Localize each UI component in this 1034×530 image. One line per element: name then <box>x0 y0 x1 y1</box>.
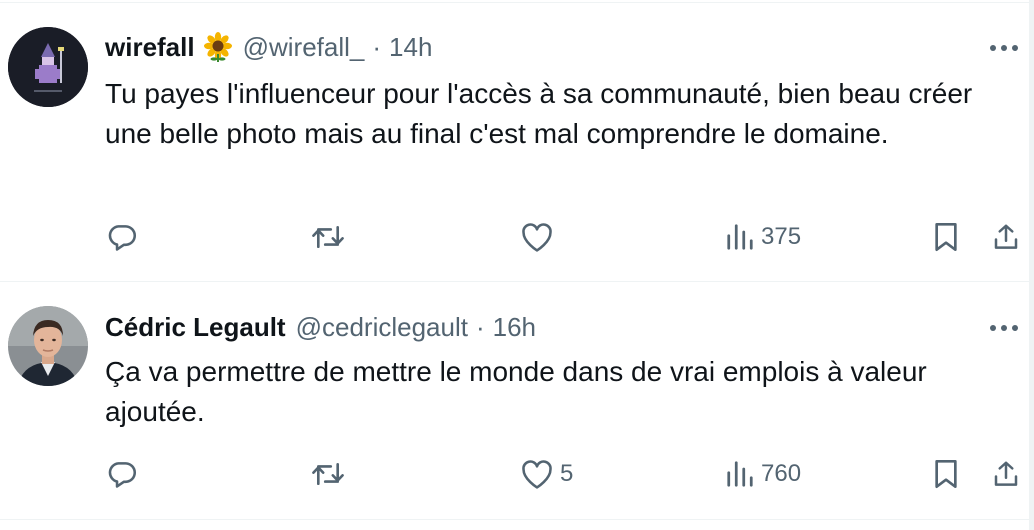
views-button[interactable]: 375 <box>725 217 801 257</box>
view-count: 375 <box>761 223 802 250</box>
bookmark-button[interactable] <box>931 454 961 494</box>
avatar[interactable] <box>8 27 88 107</box>
like-button[interactable] <box>520 217 560 257</box>
views-icon <box>725 459 755 489</box>
reply-button[interactable] <box>105 454 139 494</box>
bookmark-icon <box>931 221 961 253</box>
retweet-icon <box>310 457 346 491</box>
like-button[interactable]: 5 <box>520 454 573 494</box>
tweet-wirefall[interactable]: wirefall @wirefall_ · 14h Tu payes l'inf… <box>0 0 1029 281</box>
share-button[interactable] <box>991 454 1021 494</box>
more-dots-icon[interactable] <box>987 31 1021 65</box>
action-bar: 375 <box>105 217 1025 257</box>
retweet-icon <box>310 220 346 254</box>
tweet-cedriclegault[interactable]: Cédric Legault @cedriclegault · 16h Ça v… <box>0 282 1029 519</box>
view-count: 760 <box>761 460 802 487</box>
bookmark-icon <box>931 458 961 490</box>
reply-button[interactable] <box>105 217 139 257</box>
share-icon <box>991 221 1021 253</box>
reply-icon <box>105 457 139 491</box>
views-button[interactable]: 760 <box>725 454 801 494</box>
separator: · <box>475 311 485 342</box>
like-icon <box>520 458 554 490</box>
handle[interactable]: @cedriclegault <box>296 312 468 343</box>
timestamp[interactable]: 14h <box>389 32 432 63</box>
sunflower-icon <box>203 32 233 62</box>
display-name[interactable]: Cédric Legault <box>105 312 286 343</box>
more-dots-icon[interactable] <box>987 311 1021 345</box>
scroll-gutter <box>1029 0 1034 530</box>
handle[interactable]: @wirefall_ <box>243 32 365 63</box>
action-bar: 5 760 <box>105 454 1025 494</box>
timestamp[interactable]: 16h <box>493 312 536 343</box>
retweet-button[interactable] <box>310 454 346 494</box>
divider <box>0 519 1029 520</box>
share-icon <box>991 458 1021 490</box>
tweet-text: Ça va permettre de mettre le monde dans … <box>105 356 927 427</box>
like-icon <box>520 221 554 253</box>
retweet-button[interactable] <box>310 217 346 257</box>
like-count: 5 <box>560 460 574 487</box>
reply-icon <box>105 220 139 254</box>
tweet-text: Tu payes l'influenceur pour l'accès à sa… <box>105 78 973 149</box>
display-name[interactable]: wirefall <box>105 32 195 63</box>
share-button[interactable] <box>991 217 1021 257</box>
views-icon <box>725 222 755 252</box>
avatar[interactable] <box>8 306 88 386</box>
bookmark-button[interactable] <box>931 217 961 257</box>
separator: · <box>372 31 382 62</box>
